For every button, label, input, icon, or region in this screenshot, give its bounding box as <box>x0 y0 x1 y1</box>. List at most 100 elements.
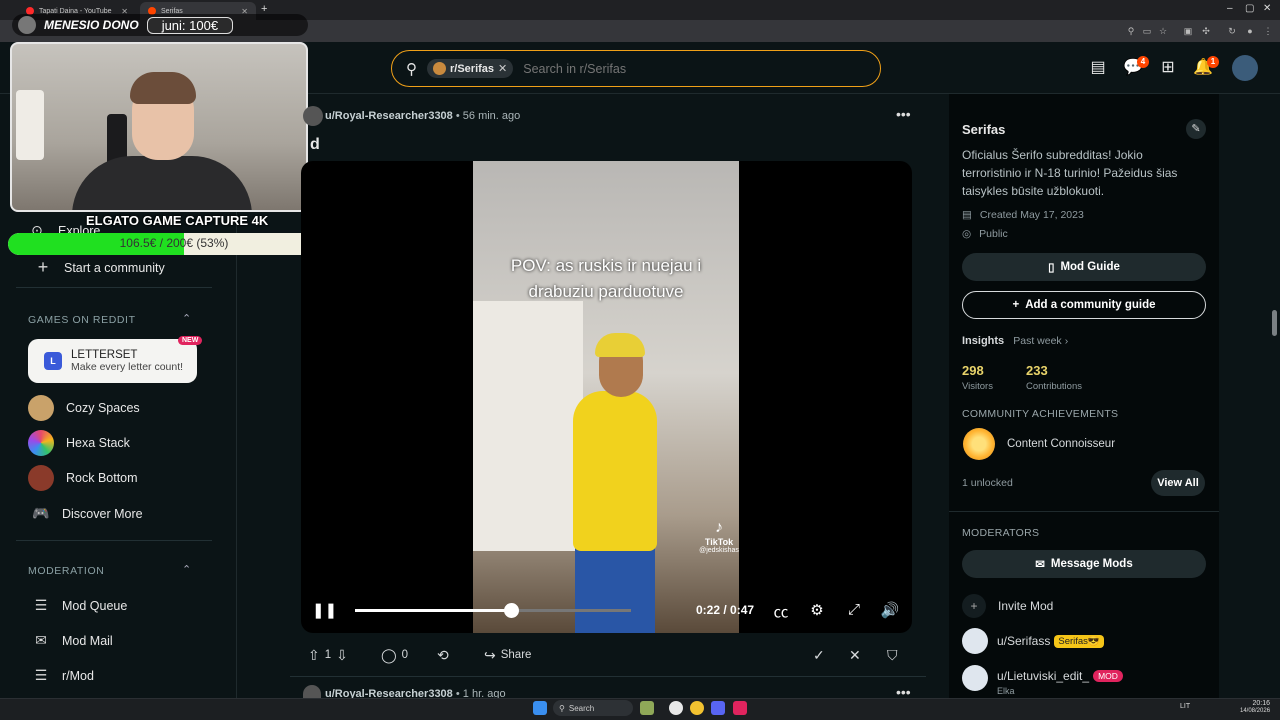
shield-icon: ⛉ <box>887 646 898 663</box>
moderator-entry[interactable]: u/Lietuviski_edit_ MOD <box>997 669 1123 683</box>
minimize-icon[interactable]: – <box>1227 3 1233 14</box>
divider <box>16 287 212 288</box>
community-created: ▤ Created May 17, 2023 <box>962 209 1084 221</box>
author-avatar[interactable] <box>303 685 321 698</box>
plus-icon: + <box>1012 299 1020 311</box>
close-window-icon[interactable]: ✕ <box>1263 3 1271 14</box>
post-title[interactable]: d <box>310 136 320 154</box>
discord-icon[interactable] <box>711 701 725 715</box>
maximize-icon[interactable]: ▢ <box>1245 3 1254 14</box>
scrollbar[interactable] <box>1272 310 1277 336</box>
create-post-icon[interactable]: ⊞ <box>1157 57 1179 79</box>
queue-icon: ☰ <box>34 597 48 613</box>
search-bar[interactable]: ⚲ r/Serifas ✕ <box>391 50 881 87</box>
more-options-icon[interactable]: ••• <box>896 106 911 122</box>
video-progress-played[interactable] <box>355 609 513 612</box>
plus-icon: + <box>37 257 49 277</box>
game-card-letterset[interactable]: L LETTERSET Make every letter count! <box>28 339 197 383</box>
downvote-icon[interactable]: ⇩ <box>336 647 348 664</box>
search-input[interactable] <box>523 61 824 76</box>
sidebar-item-mod-queue[interactable]: ☰ Mod Queue <box>32 597 128 614</box>
remove-button[interactable]: ✕ <box>849 646 861 664</box>
author-avatar[interactable] <box>303 106 323 126</box>
post-time: 56 min. ago <box>462 110 521 122</box>
dot-separator: • <box>455 110 463 122</box>
overlay-logo-icon <box>18 16 36 34</box>
crosspost-icon: ⟲ <box>437 646 449 663</box>
notifications-badge: 1 <box>1207 56 1219 68</box>
visitors-value: 298 <box>962 363 984 378</box>
sidebar-item-mod-mail[interactable]: ✉ Mod Mail <box>32 632 113 649</box>
upvote-icon[interactable]: ⇧ <box>308 647 320 664</box>
achievement-name: Content Connoisseur <box>1007 438 1116 450</box>
sidebar-item-r-mod[interactable]: ☰ r/Mod <box>32 667 94 684</box>
captions-icon[interactable]: ㏄ <box>771 601 791 622</box>
taskbar-widget-icon[interactable] <box>640 701 654 715</box>
windows-start-icon[interactable] <box>533 701 547 715</box>
moderators-heading: MODERATORS <box>962 527 1040 539</box>
clear-icon[interactable]: ✕ <box>498 62 507 75</box>
divider <box>16 540 212 541</box>
webcam-background <box>16 90 44 160</box>
cast-icon[interactable]: ▭ <box>1141 25 1153 37</box>
webcam-person-hair <box>130 72 196 104</box>
share-button[interactable]: ↪ Share <box>484 646 531 664</box>
bookmark-star-icon[interactable]: ☆ <box>1157 25 1169 37</box>
message-mods-button[interactable]: ✉ Message Mods <box>962 550 1206 578</box>
moderator-avatar[interactable] <box>962 628 988 654</box>
approve-button[interactable]: ✓ <box>813 646 825 664</box>
subreddit-chip[interactable]: r/Serifas ✕ <box>427 59 514 78</box>
settings-gear-icon[interactable]: ⚙ <box>807 601 827 619</box>
language-indicator[interactable]: LIT <box>1180 703 1190 710</box>
moderator-avatar[interactable] <box>962 665 988 691</box>
extension-icon[interactable]: ▣ <box>1182 25 1194 37</box>
share-icon: ↪ <box>484 646 496 663</box>
sidebar-item-rock-bottom[interactable]: Rock Bottom <box>28 465 138 491</box>
chevron-up-icon[interactable]: ⌃ <box>182 563 191 576</box>
video-player[interactable]: POV: as ruskis ir nuejau i drabuziu pard… <box>301 161 912 633</box>
taskbar-app-icon[interactable] <box>669 701 683 715</box>
subreddit-avatar <box>433 62 446 75</box>
refresh-icon[interactable]: ↻ <box>1226 25 1238 37</box>
search-icon[interactable]: ⚲ <box>1125 25 1137 37</box>
book-icon: ▯ <box>1048 262 1055 274</box>
menu-dots-icon[interactable]: ⋮ <box>1262 25 1274 37</box>
puzzle-icon[interactable]: ✣ <box>1200 25 1212 37</box>
edit-pencil-icon[interactable]: ✎ <box>1186 119 1206 139</box>
moderator-entry[interactable]: u/Serifass Serifas😎 <box>997 634 1104 648</box>
profile-avatar[interactable]: ● <box>1244 25 1256 37</box>
taskbar-search[interactable]: ⚲ Search <box>553 700 633 716</box>
sidebar-item-start-community[interactable]: + Start a community <box>34 257 165 278</box>
crosspost-button[interactable]: ⟲ <box>437 646 449 664</box>
cake-icon: ▤ <box>962 209 972 221</box>
invite-mod-button[interactable]: + Invite Mod <box>962 594 1053 618</box>
video-wall <box>473 301 583 551</box>
video-progress-track[interactable] <box>512 609 631 612</box>
letterset-icon: L <box>44 352 62 370</box>
clock[interactable]: 20:16 14/08/2026 <box>1240 700 1270 716</box>
sidebar-item-discover-more[interactable]: 🎮 Discover More <box>32 505 142 522</box>
moderator-subtitle: Elka <box>997 686 1015 696</box>
post-author[interactable]: u/Royal-Researcher3308 <box>325 110 453 122</box>
taskbar-app-icon[interactable] <box>733 701 747 715</box>
add-community-guide-button[interactable]: + Add a community guide <box>962 291 1206 319</box>
chevron-up-icon[interactable]: ⌃ <box>182 312 191 325</box>
user-avatar[interactable] <box>1232 55 1258 81</box>
chrome-icon[interactable] <box>690 701 704 715</box>
insights-row[interactable]: Insights Past week › <box>962 335 1068 347</box>
post-meta: u/Royal-Researcher3308 • 56 min. ago <box>325 110 520 122</box>
advertise-icon[interactable]: ▤ <box>1087 57 1109 79</box>
comments-button[interactable]: ◯ 0 <box>381 646 408 664</box>
mod-guide-button[interactable]: ▯ Mod Guide <box>962 253 1206 281</box>
mod-shield-button[interactable]: ⛉ <box>887 646 898 664</box>
pause-icon[interactable]: ❚❚ <box>312 601 337 619</box>
achievements-heading: COMMUNITY ACHIEVEMENTS <box>962 408 1119 420</box>
sidebar-item-cozy-spaces[interactable]: Cozy Spaces <box>28 395 140 421</box>
sidebar-item-hexa-stack[interactable]: Hexa Stack <box>28 430 130 456</box>
fullscreen-icon[interactable]: ⤢ <box>844 601 864 618</box>
view-all-button[interactable]: View All <box>1151 470 1205 496</box>
search-icon: ⚲ <box>406 60 417 78</box>
video-person-bandana <box>595 333 645 357</box>
video-time: 0:22 / 0:47 <box>696 603 755 617</box>
volume-icon[interactable]: 🔊 <box>880 601 900 619</box>
